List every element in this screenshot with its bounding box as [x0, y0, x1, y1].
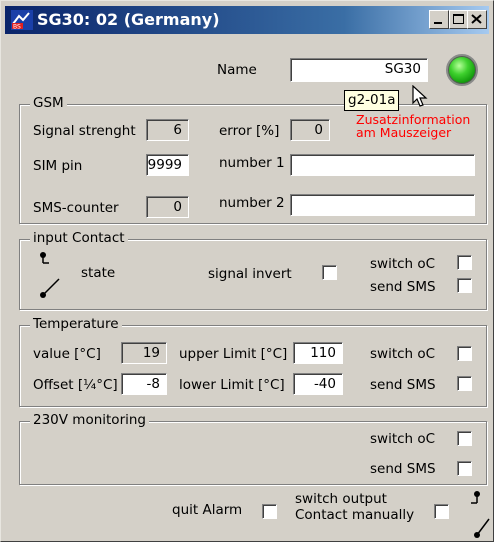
status-led	[446, 54, 478, 86]
maximize-icon	[453, 14, 464, 24]
offset-label: Offset [¼°C]	[33, 377, 118, 393]
close-button[interactable]	[467, 10, 487, 29]
temp-switch-oc-label: switch oC	[370, 346, 436, 362]
temp-send-sms-label: send SMS	[370, 377, 436, 393]
name-label: Name	[217, 62, 257, 78]
input-contact-group-title: input Contact	[30, 230, 128, 246]
number2-label: number 2	[219, 195, 285, 211]
hint-line-2: am Mauszeiger	[356, 125, 452, 140]
sms-counter-label: SMS-counter	[33, 200, 119, 216]
number2-field[interactable]	[290, 194, 475, 216]
lower-limit-label: lower Limit [°C]	[179, 377, 285, 393]
number1-field[interactable]	[290, 154, 475, 176]
signal-invert-checkbox[interactable]	[322, 265, 337, 280]
main-window: BS SG30: 02 (Germany) Name SG30 GSM Sign…	[0, 0, 494, 542]
quit-alarm-label: quit Alarm	[172, 502, 243, 518]
mon-send-sms-label: send SMS	[370, 461, 436, 477]
title-bar[interactable]: BS SG30: 02 (Germany)	[5, 6, 489, 34]
input-switch-oc-label: switch oC	[370, 256, 436, 272]
switch-output-line-1: switch output	[295, 491, 387, 507]
minimize-button[interactable]	[429, 10, 449, 29]
close-icon	[471, 14, 482, 24]
signal-invert-label: signal invert	[208, 266, 292, 282]
maximize-button[interactable]	[449, 10, 469, 29]
monitoring-230v-group-title: 230V monitoring	[30, 412, 149, 428]
gsm-group-title: GSM	[30, 95, 67, 111]
sms-counter-field[interactable]: 0	[146, 196, 189, 218]
sim-pin-field[interactable]: 9999	[146, 154, 189, 176]
input-send-sms-label: send SMS	[370, 279, 436, 295]
signal-strength-label: Signal strenght	[33, 123, 136, 139]
lower-limit-field[interactable]: -40	[293, 373, 343, 395]
number1-label: number 1	[219, 155, 285, 171]
switch-output-checkbox[interactable]	[434, 504, 449, 519]
contact-switch-icon	[40, 252, 60, 298]
tooltip: g2-01a	[344, 90, 400, 111]
app-icon: BS	[11, 10, 33, 31]
window-title: SG30: 02 (Germany)	[37, 10, 220, 29]
mon-send-sms-checkbox[interactable]	[457, 461, 472, 476]
upper-limit-label: upper Limit [°C]	[179, 346, 288, 362]
error-label: error [%]	[219, 123, 280, 139]
switch-output-line-2: Contact manually	[295, 507, 415, 523]
switch-output-label: switch output Contact manually	[295, 491, 414, 523]
minimize-icon	[434, 22, 442, 24]
temperature-value-label: value [°C]	[33, 346, 101, 362]
mouse-pointer-icon	[412, 85, 428, 107]
temperature-group: Temperature	[19, 316, 487, 407]
input-send-sms-checkbox[interactable]	[457, 278, 472, 293]
temperature-group-title: Temperature	[30, 316, 122, 332]
output-contact-icon	[471, 491, 490, 538]
offset-field[interactable]: -8	[121, 373, 167, 395]
temp-switch-oc-checkbox[interactable]	[457, 346, 472, 361]
sim-pin-label: SIM pin	[33, 158, 83, 174]
upper-limit-field[interactable]: 110	[293, 342, 343, 364]
error-field[interactable]: 0	[290, 119, 330, 141]
state-label: state	[81, 265, 116, 281]
hint-text: Zusatzinformation am Mauszeiger	[356, 113, 470, 139]
name-field[interactable]: SG30	[290, 58, 428, 82]
temperature-value-field[interactable]: 19	[121, 342, 167, 364]
signal-strength-field[interactable]: 6	[146, 119, 189, 141]
quit-alarm-checkbox[interactable]	[262, 504, 277, 519]
mon-switch-oc-checkbox[interactable]	[457, 431, 472, 446]
mon-switch-oc-label: switch oC	[370, 431, 436, 447]
svg-text:BS: BS	[13, 24, 21, 31]
temp-send-sms-checkbox[interactable]	[457, 376, 472, 391]
input-switch-oc-checkbox[interactable]	[457, 255, 472, 270]
